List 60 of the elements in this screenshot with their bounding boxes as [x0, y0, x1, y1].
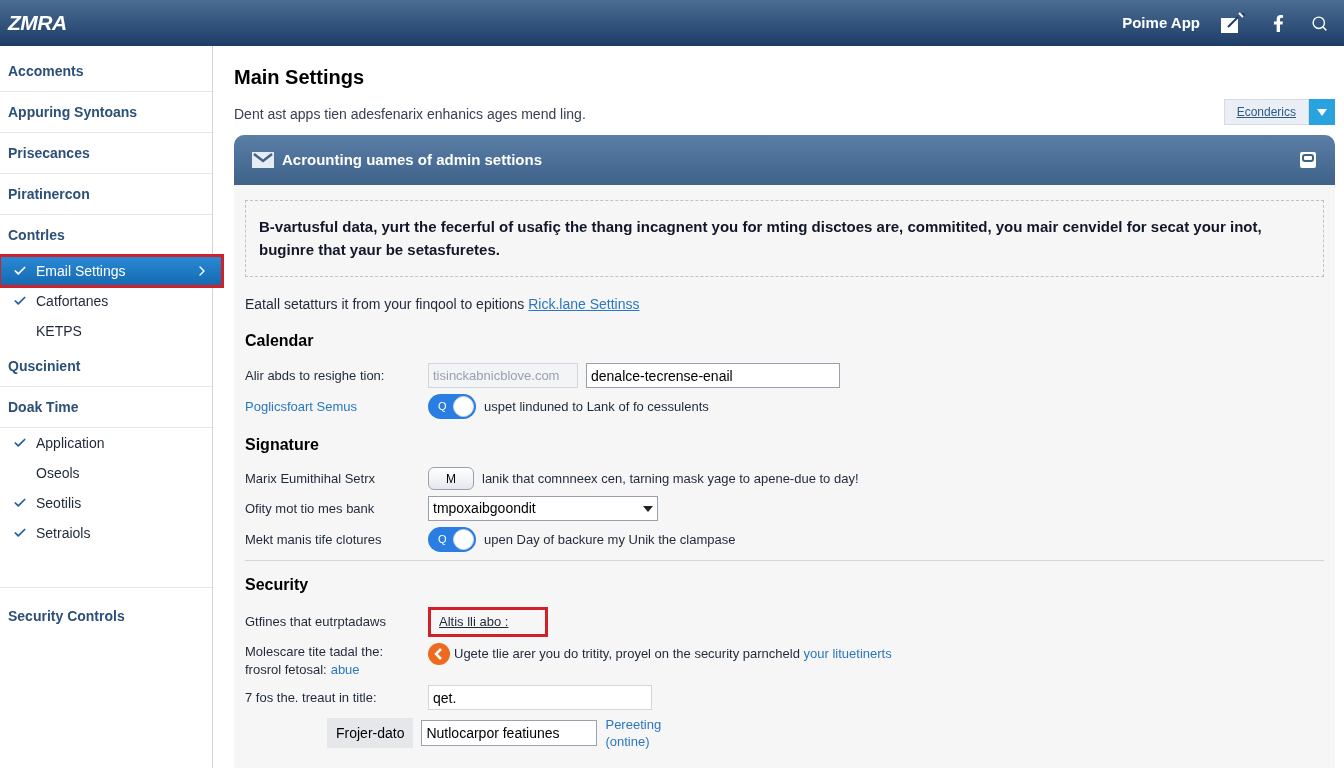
- label-link[interactable]: Poglicsfoart Semus: [245, 396, 420, 417]
- alert-text: Ugete tlie arer you do tritity, proyel on the security parncheld your lituetinerts: [454, 645, 892, 664]
- dropdown-button[interactable]: Econderics: [1223, 99, 1309, 125]
- sidebar-item[interactable]: Oseols: [0, 458, 212, 488]
- panel-title: Acrounting uames of admin settions: [282, 149, 543, 170]
- sidebar-item[interactable]: Catfortanes: [0, 286, 212, 316]
- search-icon[interactable]: [1311, 14, 1328, 32]
- field-label: Gtfines that eutrptadaws: [245, 613, 387, 632]
- page-title: Main Settings: [234, 65, 365, 90]
- edit-icon[interactable]: [1220, 12, 1246, 34]
- field-label: Ofity mot tio mes bank: [245, 499, 376, 518]
- sidebar-item[interactable]: Setraiols: [0, 518, 212, 548]
- label-link[interactable]: abue: [330, 661, 360, 679]
- app-name: Poime App: [1122, 12, 1200, 33]
- field-label: 7 fos the. treaut in title:: [245, 688, 378, 707]
- sidebar-item[interactable]: Seotilis: [0, 488, 212, 518]
- link[interactable]: Pereeting (ontine): [605, 716, 676, 750]
- toggle-description: uspet linduned to Lank of fo cessulents: [484, 397, 709, 416]
- sidebar-section[interactable]: Doak Time: [8, 396, 79, 418]
- sidebar-section[interactable]: Contrles: [8, 224, 65, 246]
- sidebar-section[interactable]: Prisecances: [8, 142, 90, 164]
- intro-text: Eatall setatturs it from your finqool to epitions Rick.lane Settinss: [245, 295, 641, 314]
- section-title: Signature: [245, 435, 320, 455]
- sidebar-section[interactable]: Security Controls: [8, 608, 125, 624]
- small-button[interactable]: M: [428, 467, 474, 490]
- page-description: Dent ast apps tien adesfenarix enhanics ages mend ling.: [234, 105, 586, 124]
- input-field[interactable]: qet.: [428, 685, 652, 710]
- link[interactable]: Altis lli abo :: [428, 607, 548, 637]
- caret-icon: [643, 505, 653, 512]
- input-field[interactable]: Nutlocarpor featiunes: [421, 720, 598, 746]
- caret-icon: [1317, 108, 1327, 116]
- field-label: frosrol fetosal:: [245, 661, 327, 679]
- field-label: Molescare tite tadal the:: [245, 643, 385, 661]
- sidebar-section[interactable]: Accoments: [8, 60, 84, 82]
- sidebar-section[interactable]: Quscinient: [8, 355, 81, 377]
- logo[interactable]: ZMRA: [8, 7, 67, 39]
- dropdown-toggle[interactable]: [1309, 99, 1335, 125]
- field-label: Mekt manis tife clotures: [245, 530, 383, 549]
- link[interactable]: your lituetinerts: [803, 646, 892, 662]
- notice-text: B-vartusful data, yurt the fecerful of usafiç the thang incagnent you for mting disctoes are, commitited, you mair cenvidel for secat your inot, buginre that yaur be setasfuretes.: [259, 217, 1263, 260]
- sidebar-item[interactable]: Application: [0, 428, 212, 458]
- action-button[interactable]: Frojer-dato: [327, 718, 414, 748]
- warning-icon: [428, 643, 450, 665]
- toggle-switch[interactable]: Q: [428, 394, 476, 419]
- toggle-switch[interactable]: Q: [428, 527, 476, 552]
- select-field[interactable]: tmpoxaibgoondit: [428, 496, 658, 521]
- section-title: Security: [245, 575, 310, 595]
- sidebar-section[interactable]: Appuring Syntoans: [8, 101, 138, 123]
- field-label: Alir abds to resighe tion:: [245, 366, 386, 385]
- selected-sidebar-item[interactable]: Email Settings: [0, 256, 222, 286]
- field-label: Marix Eumithihal Setrx: [245, 469, 377, 488]
- settings-link[interactable]: Rick.lane Settinss: [528, 296, 640, 312]
- save-icon[interactable]: [1299, 151, 1317, 169]
- button-description: lanik that comnneex cen, tarning mask yage to apene-due to day!: [482, 469, 859, 488]
- envelope-icon: [252, 152, 274, 168]
- sidebar-item[interactable]: KETPS: [0, 316, 212, 346]
- section-title: Calendar: [245, 331, 315, 351]
- sidebar-section[interactable]: Piratinercon: [8, 183, 90, 205]
- input-field[interactable]: denalce-tecrense-enail: [586, 363, 840, 388]
- toggle-description: upen Day of backure my Unik the clampase: [484, 530, 736, 549]
